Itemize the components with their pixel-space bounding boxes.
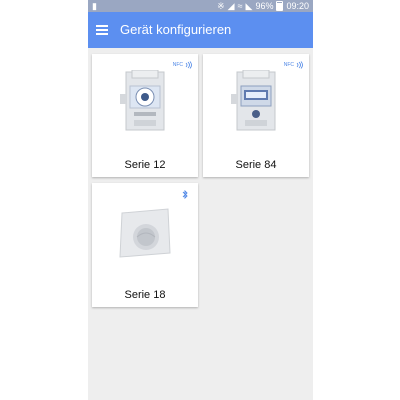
phone-screen: ▮ ※ ◢ ≈ ◣ 96% 09:20 Gerät konfigurieren … [88,0,313,400]
device-card-serie-12[interactable]: NFC Serie 12 [92,54,198,177]
status-icons: ※ ◢ ≈ ◣ 96% 09:20 [217,0,309,12]
timer-device-serie-84-image [231,70,276,131]
page-title: Gerät konfigurieren [120,22,232,37]
status-bar: ▮ ※ ◢ ≈ ◣ 96% 09:20 [88,0,313,12]
bluetooth-icon: ※ [217,1,225,11]
nfc-badge: NFC [284,61,303,69]
nfc-label: NFC [283,62,294,68]
nfc-icon [296,61,303,69]
signal-icon: ◣ [245,1,253,11]
nfc-label: NFC [172,62,183,68]
nfc-icon [185,61,192,69]
sd-card-icon: ▮ [92,1,97,11]
motion-detector-serie-18-image [119,208,171,258]
vibrate-off-icon: ◢ [227,1,235,11]
device-label: Serie 84 [235,159,277,171]
wifi-icon: ≈ [237,1,243,11]
device-label: Serie 18 [124,289,166,301]
bluetooth-icon [182,190,188,199]
device-card-serie-84[interactable]: NFC Serie 84 [203,54,309,177]
timer-device-serie-12-image [120,70,165,131]
nfc-badge: NFC [173,61,192,69]
hamburger-menu-icon[interactable] [96,25,108,35]
battery-icon [276,1,284,11]
device-label: Serie 12 [124,159,166,171]
app-bar: Gerät konfigurieren [88,12,313,48]
battery-percent: 96% [255,1,274,11]
clock: 09:20 [286,1,309,11]
device-card-serie-18[interactable]: Serie 18 [92,183,198,307]
